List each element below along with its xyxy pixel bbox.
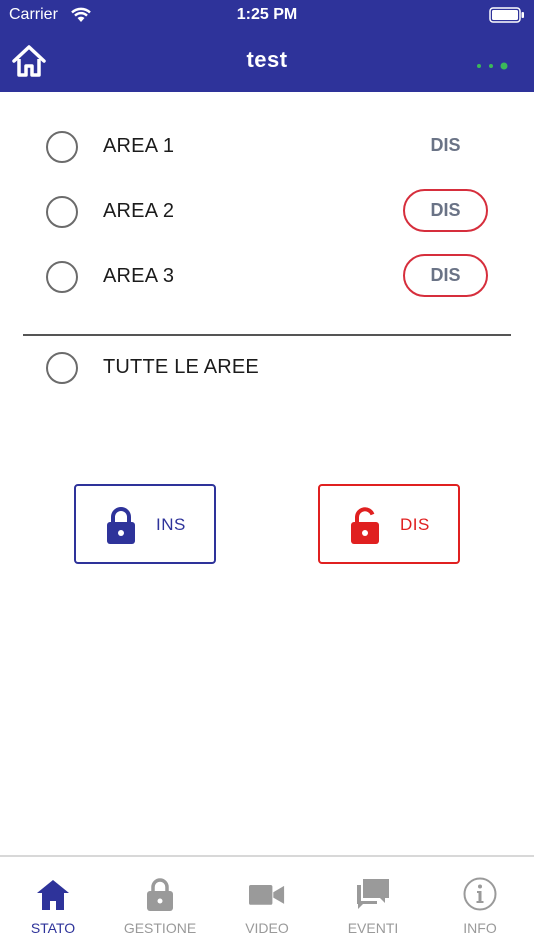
divider <box>23 334 511 336</box>
all-areas-row: TUTTE LE AREE <box>0 352 534 402</box>
area-row: AREA 2 DIS <box>0 189 534 246</box>
home-icon <box>37 880 69 910</box>
ins-button[interactable]: INS <box>74 484 216 564</box>
app-header: Carrier 1:25 PM test <box>0 0 534 92</box>
page-title: test <box>246 47 288 72</box>
area-status-badge[interactable]: DIS <box>403 124 488 167</box>
video-camera-icon <box>249 885 285 905</box>
dis-button[interactable]: DIS <box>318 484 460 564</box>
area-label: AREA 2 <box>103 200 175 222</box>
area-row: AREA 1 DIS <box>0 131 534 181</box>
status-bar: Carrier 1:25 PM <box>0 0 534 30</box>
area-status-button[interactable]: DIS <box>403 254 488 297</box>
info-icon <box>463 877 497 911</box>
tab-label: STATO <box>30 920 76 936</box>
area-radio[interactable] <box>46 196 78 228</box>
tab-label: INFO <box>463 920 497 936</box>
tab-label: GESTIONE <box>123 920 197 936</box>
tab-gestione[interactable]: GESTIONE <box>107 857 213 950</box>
all-areas-label: TUTTE LE AREE <box>103 356 259 378</box>
tab-eventi[interactable]: EVENTI <box>320 857 426 950</box>
tab-stato[interactable]: STATO <box>0 857 106 950</box>
area-label: AREA 3 <box>103 265 175 287</box>
dis-button-label: DIS <box>400 515 430 534</box>
area-status-button[interactable]: DIS <box>403 189 488 232</box>
lock-closed-icon <box>107 507 135 544</box>
tab-video[interactable]: VIDEO <box>214 857 320 950</box>
tab-info[interactable]: INFO <box>427 857 533 950</box>
tab-label: VIDEO <box>245 920 289 936</box>
all-areas-radio[interactable] <box>46 352 78 384</box>
ins-button-label: INS <box>156 515 186 534</box>
battery-icon <box>489 7 524 23</box>
area-label: AREA 1 <box>103 135 175 157</box>
dots-icon[interactable] <box>474 61 510 71</box>
tab-bar: STATO GESTIONE VIDEO EVENTI INFO <box>0 855 534 950</box>
status-time: 1:25 PM <box>236 6 298 23</box>
area-row: AREA 3 DIS <box>0 254 534 311</box>
area-radio[interactable] <box>46 261 78 293</box>
chat-bubbles-icon <box>357 879 389 909</box>
lock-open-icon <box>351 507 379 544</box>
area-radio[interactable] <box>46 131 78 163</box>
tab-label: EVENTI <box>347 920 399 936</box>
lock-icon <box>147 878 173 911</box>
